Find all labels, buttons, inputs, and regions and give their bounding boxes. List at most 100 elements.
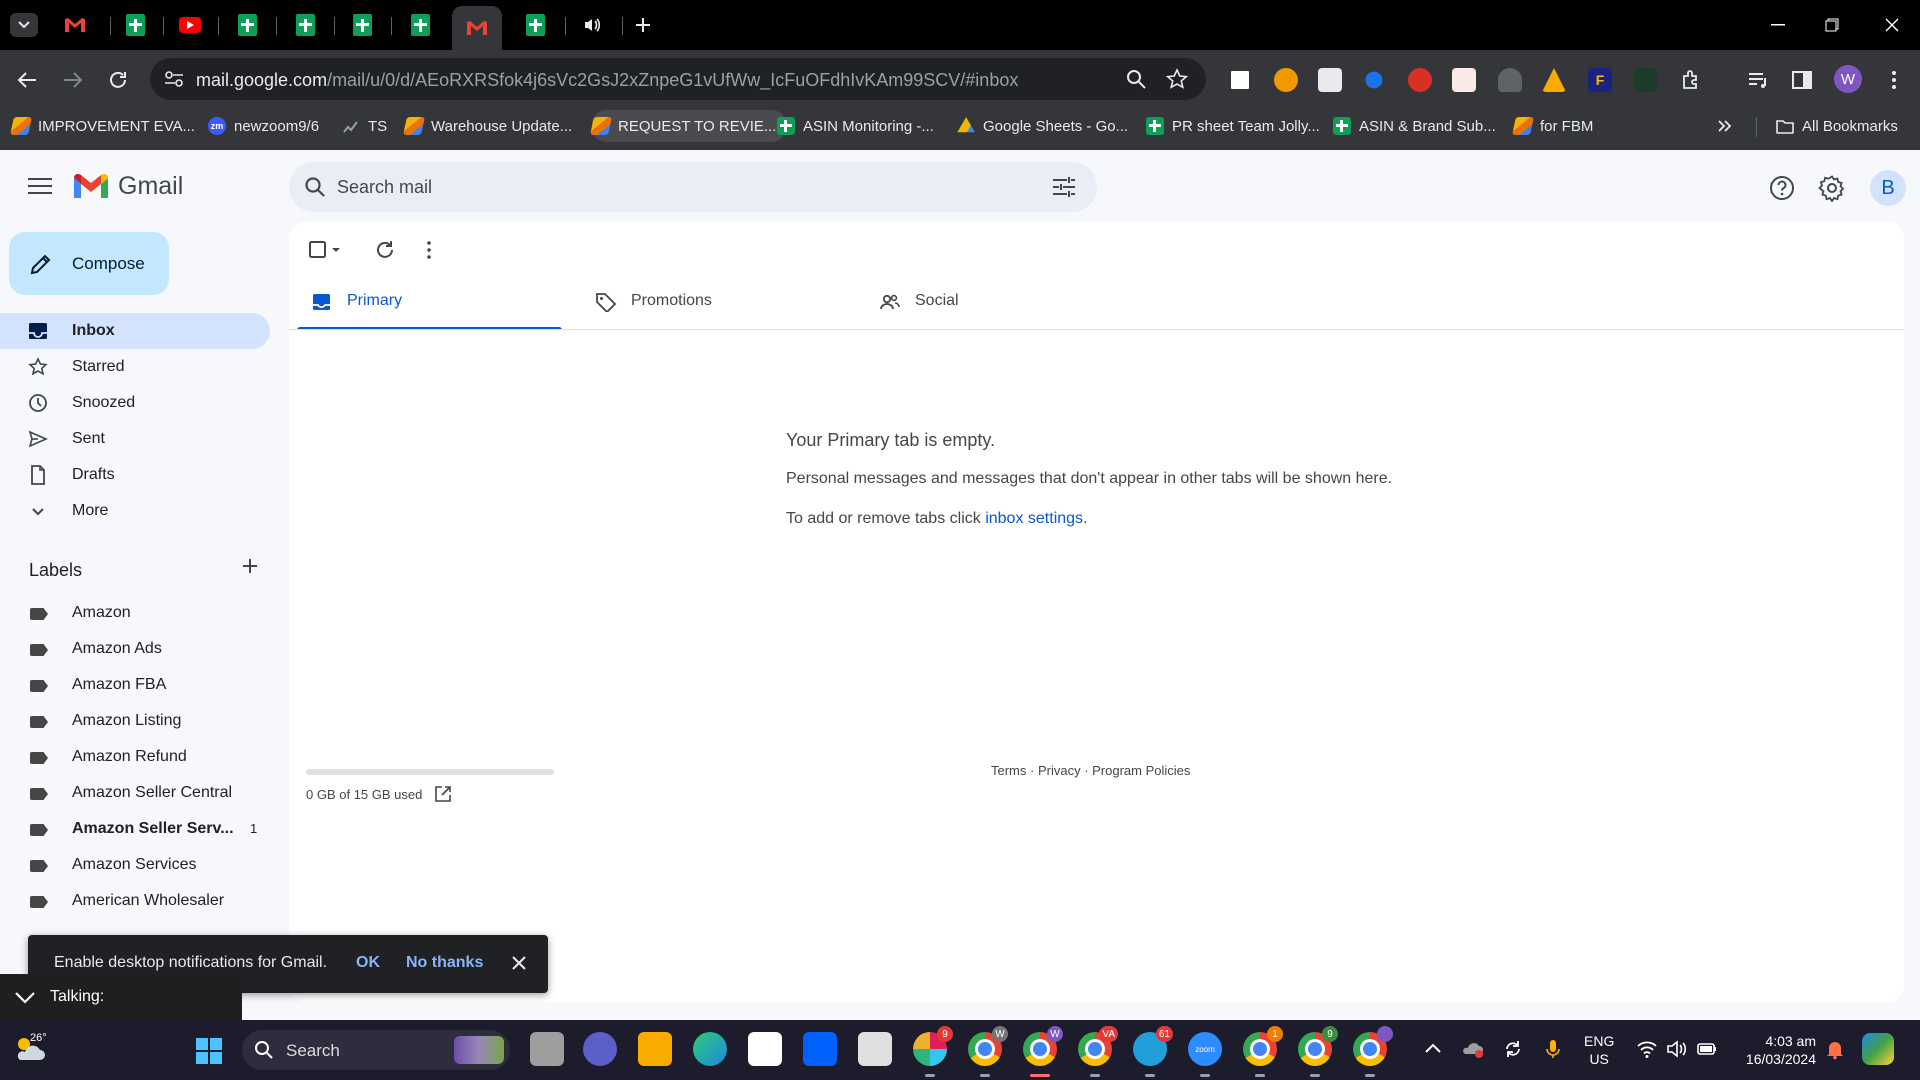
- snackbar-ok-button[interactable]: OK: [356, 954, 380, 972]
- reload-button[interactable]: [103, 65, 133, 95]
- extension-icon-3[interactable]: [1318, 68, 1342, 92]
- search-icon[interactable]: [303, 175, 327, 199]
- teams-meet-icon[interactable]: [583, 1032, 617, 1066]
- select-checkbox[interactable]: [306, 238, 330, 262]
- tab-social[interactable]: Social: [865, 272, 1130, 330]
- forward-button[interactable]: [58, 65, 88, 95]
- refresh-icon[interactable]: [373, 238, 397, 262]
- system-clock[interactable]: 4:03 am 16/03/2024: [1736, 1032, 1816, 1068]
- dropbox-icon[interactable]: [803, 1032, 837, 1066]
- open-in-new-icon[interactable]: [434, 785, 452, 803]
- extension-icon-6[interactable]: [1452, 68, 1476, 92]
- bookmark-item[interactable]: Google Sheets - Go...: [957, 108, 1128, 144]
- sidebar-item-starred[interactable]: Starred: [0, 349, 270, 385]
- label-item-amazon-services[interactable]: Amazon Services: [0, 847, 270, 883]
- tab-sheets-5[interactable]: [395, 6, 445, 44]
- snackbar-no-thanks-button[interactable]: No thanks: [406, 954, 483, 972]
- inbox-settings-link[interactable]: inbox settings: [985, 510, 1083, 527]
- chrome-profile-9-icon[interactable]: 9: [1298, 1026, 1338, 1077]
- amzscout-extension-icon[interactable]: [1542, 68, 1566, 92]
- tab-sheets-2[interactable]: [222, 6, 272, 44]
- privacy-link[interactable]: Privacy: [1038, 763, 1081, 778]
- new-tab-button[interactable]: [618, 6, 668, 44]
- wifi-icon[interactable]: [1636, 1038, 1658, 1060]
- label-item-american-wholesaler[interactable]: American Wholesaler: [0, 883, 270, 919]
- telegram-icon[interactable]: 61: [1133, 1026, 1173, 1077]
- microphone-icon[interactable]: [1542, 1038, 1564, 1060]
- main-menu-button[interactable]: [26, 174, 54, 198]
- label-item-amazon[interactable]: Amazon: [0, 595, 270, 631]
- sync-icon[interactable]: [1502, 1038, 1524, 1060]
- chevron-up-icon[interactable]: [1422, 1038, 1444, 1060]
- label-item-amazon-refund[interactable]: Amazon Refund: [0, 739, 270, 775]
- media-control-icon[interactable]: [1746, 68, 1770, 92]
- bookmark-item[interactable]: REQUEST TO REVIE...: [590, 110, 787, 142]
- bookmark-item[interactable]: PR sheet Team Jolly...: [1146, 108, 1320, 144]
- extension-rs-icon[interactable]: [1634, 68, 1658, 92]
- site-settings-icon[interactable]: [164, 70, 184, 88]
- add-label-icon[interactable]: [238, 554, 262, 578]
- terms-link[interactable]: Terms: [991, 763, 1026, 778]
- label-item-amazon-seller-services[interactable]: Amazon Seller Serv... 1: [0, 811, 270, 847]
- chrome-profile-1-icon[interactable]: 1: [1243, 1026, 1283, 1077]
- sidebar-item-more[interactable]: More: [0, 493, 270, 529]
- label-item-amazon-fba[interactable]: Amazon FBA: [0, 667, 270, 703]
- label-item-amazon-seller-central[interactable]: Amazon Seller Central: [0, 775, 270, 811]
- tab-gmail-active[interactable]: [452, 6, 502, 50]
- amazon-icon[interactable]: [858, 1032, 892, 1066]
- extension-icon-5[interactable]: [1408, 68, 1432, 92]
- tab-search-button[interactable]: [10, 13, 38, 37]
- select-dropdown-icon[interactable]: [330, 238, 342, 262]
- tab-sheets-4[interactable]: [337, 6, 387, 44]
- side-panel-icon[interactable]: [1790, 68, 1814, 92]
- search-options-icon[interactable]: [1051, 175, 1077, 199]
- label-item-amazon-listing[interactable]: Amazon Listing: [0, 703, 270, 739]
- microsoft-store-icon[interactable]: [748, 1032, 782, 1066]
- chrome-profile-extra-icon[interactable]: [1353, 1026, 1393, 1077]
- zoom-icon[interactable]: [1126, 69, 1146, 89]
- bookmark-item[interactable]: for FBM: [1512, 108, 1593, 144]
- close-window-button[interactable]: [1872, 10, 1912, 40]
- back-button[interactable]: [12, 65, 42, 95]
- sidebar-item-drafts[interactable]: Drafts: [0, 457, 270, 493]
- copilot-icon[interactable]: [1862, 1033, 1894, 1065]
- minimize-button[interactable]: [1758, 10, 1798, 40]
- settings-gear-icon[interactable]: [1818, 174, 1846, 202]
- language-indicator[interactable]: ENG US: [1584, 1032, 1614, 1068]
- slack-icon[interactable]: 9: [913, 1026, 953, 1077]
- tab-audio[interactable]: [567, 6, 617, 44]
- extension-icon-4[interactable]: [1365, 71, 1383, 89]
- bookmarks-overflow-button[interactable]: [1718, 108, 1732, 144]
- label-item-amazon-ads[interactable]: Amazon Ads: [0, 631, 270, 667]
- bookmark-item[interactable]: zm newzoom9/6: [208, 108, 319, 144]
- file-explorer-icon[interactable]: [638, 1032, 672, 1066]
- sidebar-item-sent[interactable]: Sent: [0, 421, 270, 457]
- chrome-active-icon[interactable]: W: [1023, 1026, 1063, 1077]
- program-policies-link[interactable]: Program Policies: [1092, 763, 1190, 778]
- search-input[interactable]: [337, 162, 1017, 212]
- compose-button[interactable]: Compose: [9, 232, 169, 295]
- qr-extension-icon[interactable]: [1228, 68, 1252, 92]
- task-view-icon[interactable]: [530, 1032, 564, 1066]
- sidebar-item-snoozed[interactable]: Snoozed: [0, 385, 270, 421]
- bookmark-item[interactable]: IMPROVEMENT EVA...: [10, 108, 195, 144]
- zoom-icon[interactable]: zoom: [1188, 1032, 1222, 1077]
- volume-icon[interactable]: [1666, 1038, 1688, 1060]
- bookmark-item[interactable]: Warehouse Update...: [403, 108, 572, 144]
- start-button[interactable]: [196, 1038, 222, 1064]
- tab-sheets-1[interactable]: [110, 6, 160, 44]
- chrome-profile-va-icon[interactable]: VA: [1078, 1026, 1118, 1077]
- chrome-profile-w-icon[interactable]: W: [968, 1026, 1008, 1077]
- help-icon[interactable]: [1768, 174, 1796, 202]
- tab-sheets-6[interactable]: [510, 6, 560, 44]
- tab-promotions[interactable]: Promotions: [581, 272, 846, 330]
- battery-icon[interactable]: [1696, 1038, 1718, 1060]
- bookmark-star-icon[interactable]: [1166, 68, 1188, 90]
- extension-off-icon[interactable]: [1498, 68, 1522, 92]
- bookmark-item[interactable]: TS: [342, 108, 387, 144]
- tab-gmail-1[interactable]: [50, 6, 100, 44]
- tab-sheets-3[interactable]: [280, 6, 330, 44]
- extension-f-icon[interactable]: F: [1588, 68, 1612, 92]
- profile-avatar[interactable]: W: [1834, 65, 1862, 93]
- notification-bell-icon[interactable]: [1824, 1038, 1846, 1060]
